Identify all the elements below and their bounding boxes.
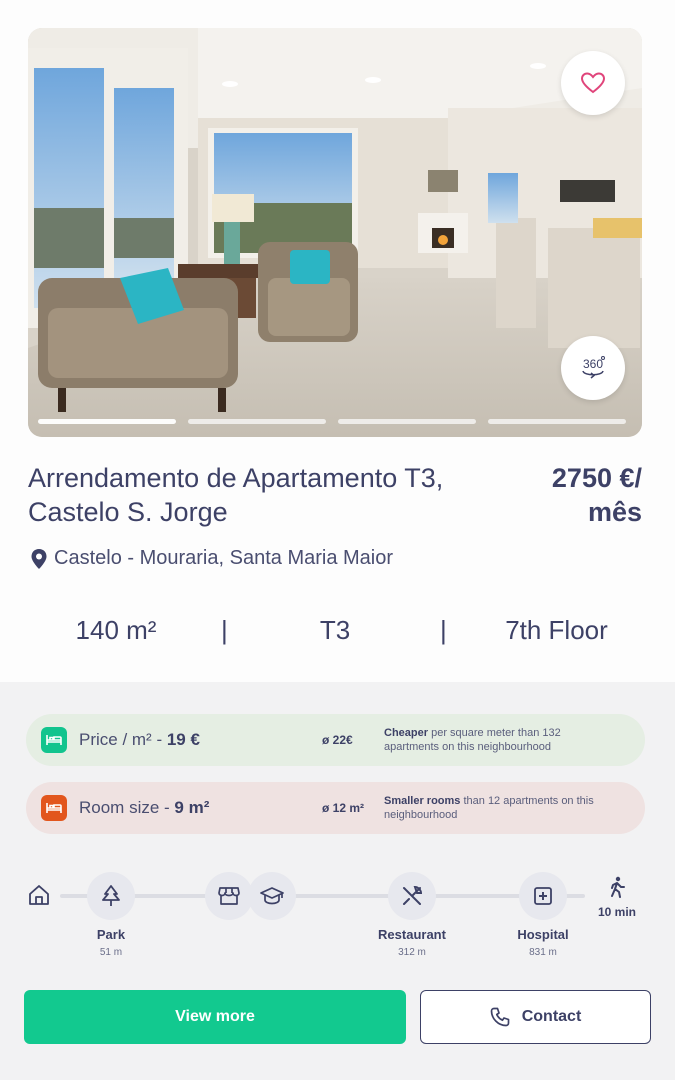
hospital-icon bbox=[534, 887, 552, 905]
room-size-average: ø 12 m² bbox=[322, 801, 365, 815]
store-icon bbox=[218, 887, 240, 905]
timeline-line bbox=[60, 894, 585, 898]
restaurant-icon bbox=[403, 885, 423, 905]
room-size-label: Room size - 9 m² bbox=[79, 798, 319, 818]
insight-desc-bold: Smaller rooms bbox=[384, 795, 461, 807]
price-per-m2-card: Price / m² - 19 € ø 22€ Cheaper per squa… bbox=[26, 714, 645, 766]
view-more-button[interactable]: View more bbox=[24, 990, 406, 1044]
walk-time-label: 10 min bbox=[597, 905, 636, 919]
bed-icon bbox=[41, 727, 67, 753]
proximity-timeline: Park 51 m Restaurant 312 m Hospital 831 … bbox=[0, 868, 675, 968]
contact-label: Contact bbox=[521, 1008, 582, 1025]
insight-value: 19 € bbox=[166, 730, 200, 749]
price-per-m2-label: Price / m² - 19 € bbox=[79, 730, 319, 750]
poi-school[interactable] bbox=[248, 872, 296, 920]
svg-text:360: 360 bbox=[583, 357, 603, 371]
gallery-dot[interactable] bbox=[38, 419, 176, 424]
insight-label: Room size - bbox=[79, 798, 175, 817]
poi-distance: 312 m bbox=[398, 947, 426, 958]
virtual-tour-button[interactable]: 360 bbox=[561, 336, 625, 400]
price-per-m2-description: Cheaper per square meter than 132 apartm… bbox=[384, 726, 604, 754]
room-size-description: Smaller rooms than 12 apartments on this… bbox=[384, 794, 604, 822]
poi-label: Hospital bbox=[517, 927, 569, 942]
tour-360-icon: 360 bbox=[582, 356, 605, 379]
poi-label: Restaurant bbox=[378, 927, 446, 942]
poi-store[interactable] bbox=[205, 872, 253, 920]
price-per-m2-average: ø 22€ bbox=[322, 733, 353, 747]
listing-location[interactable]: Castelo - Mouraria, Santa Maria Maior bbox=[30, 547, 393, 570]
poi-hospital[interactable] bbox=[519, 872, 567, 920]
contact-button[interactable]: Contact bbox=[420, 990, 651, 1044]
insight-value: 9 m² bbox=[174, 798, 210, 817]
location-text: Castelo - Mouraria, Santa Maria Maior bbox=[54, 547, 394, 569]
gallery-dot[interactable] bbox=[488, 419, 626, 424]
spec-area: 140 m² bbox=[75, 614, 157, 645]
favorite-button[interactable] bbox=[561, 51, 625, 115]
poi-distance: 51 m bbox=[99, 947, 123, 958]
home-icon bbox=[29, 885, 49, 905]
listing-title: Arrendamento de Apartamento T3, Castelo … bbox=[28, 463, 444, 527]
gallery-dot[interactable] bbox=[338, 419, 476, 424]
graduation-cap-icon bbox=[260, 887, 284, 905]
tree-icon bbox=[102, 885, 120, 906]
room-size-card: Room size - 9 m² ø 12 m² Smaller rooms t… bbox=[26, 782, 645, 834]
walk-time: 10 min bbox=[592, 876, 642, 919]
gallery-dot[interactable] bbox=[188, 419, 326, 424]
insight-desc-bold: Cheaper bbox=[384, 727, 429, 739]
poi-distance: 831 m bbox=[529, 947, 557, 958]
insight-label: Price / m² - bbox=[79, 730, 167, 749]
poi-label: Park bbox=[96, 927, 126, 942]
spec-typology: T3 bbox=[319, 614, 351, 645]
phone-icon bbox=[490, 1007, 510, 1027]
price-amount: 2750 €/ bbox=[551, 463, 642, 493]
bed-icon bbox=[41, 795, 67, 821]
gallery-pagination bbox=[38, 419, 626, 424]
poi-restaurant[interactable] bbox=[388, 872, 436, 920]
location-pin-icon bbox=[31, 548, 47, 569]
spec-floor: 7th Floor bbox=[505, 614, 608, 645]
price-period: mês bbox=[587, 497, 642, 527]
listing-photo[interactable]: 360 bbox=[28, 28, 642, 437]
walking-icon bbox=[611, 876, 625, 898]
living-room-photo bbox=[28, 28, 642, 437]
heart-icon bbox=[581, 72, 605, 94]
poi-park[interactable] bbox=[87, 872, 135, 920]
listing-price: 2750 €/ mês bbox=[482, 461, 642, 529]
listing-specs: 140 m² | T3 | 7th Floor bbox=[0, 607, 675, 653]
